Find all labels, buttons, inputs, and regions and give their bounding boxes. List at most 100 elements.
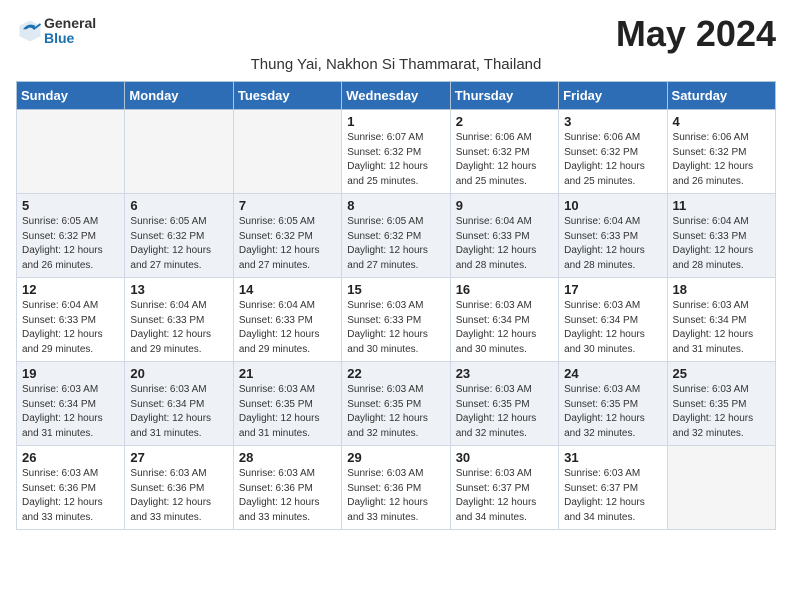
day-number: 11 <box>673 198 770 213</box>
day-info: Sunrise: 6:03 AM Sunset: 6:36 PM Dayligh… <box>347 467 444 525</box>
calendar-cell: 11Sunrise: 6:04 AM Sunset: 6:33 PM Dayli… <box>667 194 775 278</box>
day-number: 2 <box>456 114 553 129</box>
weekday-header: Monday <box>125 82 233 110</box>
calendar-cell: 28Sunrise: 6:03 AM Sunset: 6:36 PM Dayli… <box>233 446 341 530</box>
day-number: 18 <box>673 282 770 297</box>
generalblue-logo-icon <box>16 17 44 45</box>
day-info: Sunrise: 6:03 AM Sunset: 6:35 PM Dayligh… <box>239 383 336 441</box>
calendar-cell: 12 Sunrise: 6:04 AM Sunset: 6:33 PM Dayli… <box>17 278 125 362</box>
logo: General Blue <box>16 16 96 47</box>
calendar-cell: 9 Sunrise: 6:04 AM Sunset: 6:33 PM Daylig… <box>450 194 558 278</box>
day-info: Sunrise: 6:04 AM Sunset: 6:33 PM Dayligh… <box>22 299 119 357</box>
day-number: 16 <box>456 282 553 297</box>
day-number: 10 <box>564 198 661 213</box>
calendar-cell: 29 Sunrise: 6:03 AM Sunset: 6:36 PM Dayli… <box>342 446 450 530</box>
day-number: 8 <box>347 198 444 213</box>
day-number: 6 <box>130 198 227 213</box>
calendar-cell: 14 Sunrise: 6:04 AM Sunset: 6:33 PM Dayli… <box>233 278 341 362</box>
weekday-header: Sunday <box>17 82 125 110</box>
calendar-cell: 26Sunrise: 6:03 AM Sunset: 6:36 PM Dayli… <box>17 446 125 530</box>
day-info: Sunrise: 6:03 AM Sunset: 6:35 PM Dayligh… <box>456 383 553 441</box>
calendar-cell <box>17 110 125 194</box>
weekday-header: Friday <box>559 82 667 110</box>
calendar-cell: 4Sunrise: 6:06 AM Sunset: 6:32 PM Daylig… <box>667 110 775 194</box>
day-number: 25 <box>673 366 770 381</box>
calendar-cell: 3 Sunrise: 6:06 AM Sunset: 6:32 PM Daylig… <box>559 110 667 194</box>
calendar-cell: 22Sunrise: 6:03 AM Sunset: 6:35 PM Dayli… <box>342 362 450 446</box>
calendar-cell: 25 Sunrise: 6:03 AM Sunset: 6:35 PM Dayli… <box>667 362 775 446</box>
calendar-cell: 30Sunrise: 6:03 AM Sunset: 6:37 PM Dayli… <box>450 446 558 530</box>
calendar-cell: 7 Sunrise: 6:05 AM Sunset: 6:32 PM Daylig… <box>233 194 341 278</box>
day-info: Sunrise: 6:05 AM Sunset: 6:32 PM Dayligh… <box>22 215 119 273</box>
day-number: 7 <box>239 198 336 213</box>
day-number: 9 <box>456 198 553 213</box>
day-number: 20 <box>130 366 227 381</box>
day-info: Sunrise: 6:03 AM Sunset: 6:36 PM Dayligh… <box>239 467 336 525</box>
day-number: 24 <box>564 366 661 381</box>
calendar-cell: 24 Sunrise: 6:03 AM Sunset: 6:35 PM Dayli… <box>559 362 667 446</box>
header: General Blue May 2024 <box>16 16 776 52</box>
day-info: Sunrise: 6:03 AM Sunset: 6:37 PM Dayligh… <box>564 467 661 525</box>
day-info: Sunrise: 6:06 AM Sunset: 6:32 PM Dayligh… <box>456 131 553 189</box>
day-number: 17 <box>564 282 661 297</box>
day-number: 29 <box>347 450 444 465</box>
weekday-header: Tuesday <box>233 82 341 110</box>
calendar-cell: 16 Sunrise: 6:03 AM Sunset: 6:34 PM Dayli… <box>450 278 558 362</box>
day-info: Sunrise: 6:03 AM Sunset: 6:34 PM Dayligh… <box>130 383 227 441</box>
logo-general-text: General <box>44 16 96 31</box>
day-info: Sunrise: 6:04 AM Sunset: 6:33 PM Dayligh… <box>456 215 553 273</box>
day-number: 27 <box>130 450 227 465</box>
weekday-header: Saturday <box>667 82 775 110</box>
calendar-cell: 20 Sunrise: 6:03 AM Sunset: 6:34 PM Dayli… <box>125 362 233 446</box>
day-info: Sunrise: 6:05 AM Sunset: 6:32 PM Dayligh… <box>347 215 444 273</box>
day-number: 12 <box>22 282 119 297</box>
calendar-cell: 6Sunrise: 6:05 AM Sunset: 6:32 PM Daylig… <box>125 194 233 278</box>
calendar-cell: 19 Sunrise: 6:03 AM Sunset: 6:34 PM Dayli… <box>17 362 125 446</box>
calendar-table: SundayMondayTuesdayWednesdayThursdayFrid… <box>16 81 776 530</box>
day-info: Sunrise: 6:03 AM Sunset: 6:33 PM Dayligh… <box>347 299 444 357</box>
location-subtitle: Thung Yai, Nakhon Si Thammarat, Thailand <box>16 56 776 73</box>
calendar-cell: 21 Sunrise: 6:03 AM Sunset: 6:35 PM Dayli… <box>233 362 341 446</box>
calendar-cell: 27 Sunrise: 6:03 AM Sunset: 6:36 PM Dayli… <box>125 446 233 530</box>
weekday-header: Thursday <box>450 82 558 110</box>
day-info: Sunrise: 6:03 AM Sunset: 6:34 PM Dayligh… <box>22 383 119 441</box>
calendar-cell: 5 Sunrise: 6:05 AM Sunset: 6:32 PM Daylig… <box>17 194 125 278</box>
day-info: Sunrise: 6:04 AM Sunset: 6:33 PM Dayligh… <box>239 299 336 357</box>
calendar-cell: 23 Sunrise: 6:03 AM Sunset: 6:35 PM Dayli… <box>450 362 558 446</box>
day-number: 15 <box>347 282 444 297</box>
logo-blue-text: Blue <box>44 31 96 46</box>
day-info: Sunrise: 6:03 AM Sunset: 6:35 PM Dayligh… <box>673 383 770 441</box>
calendar-cell <box>667 446 775 530</box>
day-info: Sunrise: 6:07 AM Sunset: 6:32 PM Dayligh… <box>347 131 444 189</box>
day-number: 22 <box>347 366 444 381</box>
day-info: Sunrise: 6:03 AM Sunset: 6:34 PM Dayligh… <box>673 299 770 357</box>
day-number: 26 <box>22 450 119 465</box>
day-info: Sunrise: 6:03 AM Sunset: 6:35 PM Dayligh… <box>564 383 661 441</box>
day-number: 19 <box>22 366 119 381</box>
calendar-cell: 2 Sunrise: 6:06 AM Sunset: 6:32 PM Daylig… <box>450 110 558 194</box>
day-info: Sunrise: 6:03 AM Sunset: 6:34 PM Dayligh… <box>456 299 553 357</box>
day-number: 31 <box>564 450 661 465</box>
day-number: 3 <box>564 114 661 129</box>
day-number: 14 <box>239 282 336 297</box>
calendar-cell: 13 Sunrise: 6:04 AM Sunset: 6:33 PM Dayli… <box>125 278 233 362</box>
day-info: Sunrise: 6:06 AM Sunset: 6:32 PM Dayligh… <box>564 131 661 189</box>
day-info: Sunrise: 6:06 AM Sunset: 6:32 PM Dayligh… <box>673 131 770 189</box>
day-number: 13 <box>130 282 227 297</box>
day-number: 1 <box>347 114 444 129</box>
calendar-cell: 8 Sunrise: 6:05 AM Sunset: 6:32 PM Daylig… <box>342 194 450 278</box>
day-info: Sunrise: 6:03 AM Sunset: 6:34 PM Dayligh… <box>564 299 661 357</box>
day-info: Sunrise: 6:04 AM Sunset: 6:33 PM Dayligh… <box>564 215 661 273</box>
calendar-cell: 17 Sunrise: 6:03 AM Sunset: 6:34 PM Dayli… <box>559 278 667 362</box>
day-info: Sunrise: 6:04 AM Sunset: 6:33 PM Dayligh… <box>130 299 227 357</box>
calendar-cell: 31 Sunrise: 6:03 AM Sunset: 6:37 PM Dayli… <box>559 446 667 530</box>
calendar-cell: 18 Sunrise: 6:03 AM Sunset: 6:34 PM Dayli… <box>667 278 775 362</box>
calendar-cell: 15 Sunrise: 6:03 AM Sunset: 6:33 PM Dayli… <box>342 278 450 362</box>
day-info: Sunrise: 6:03 AM Sunset: 6:36 PM Dayligh… <box>130 467 227 525</box>
day-number: 30 <box>456 450 553 465</box>
day-number: 5 <box>22 198 119 213</box>
day-info: Sunrise: 6:05 AM Sunset: 6:32 PM Dayligh… <box>239 215 336 273</box>
day-number: 21 <box>239 366 336 381</box>
day-number: 23 <box>456 366 553 381</box>
weekday-header: Wednesday <box>342 82 450 110</box>
